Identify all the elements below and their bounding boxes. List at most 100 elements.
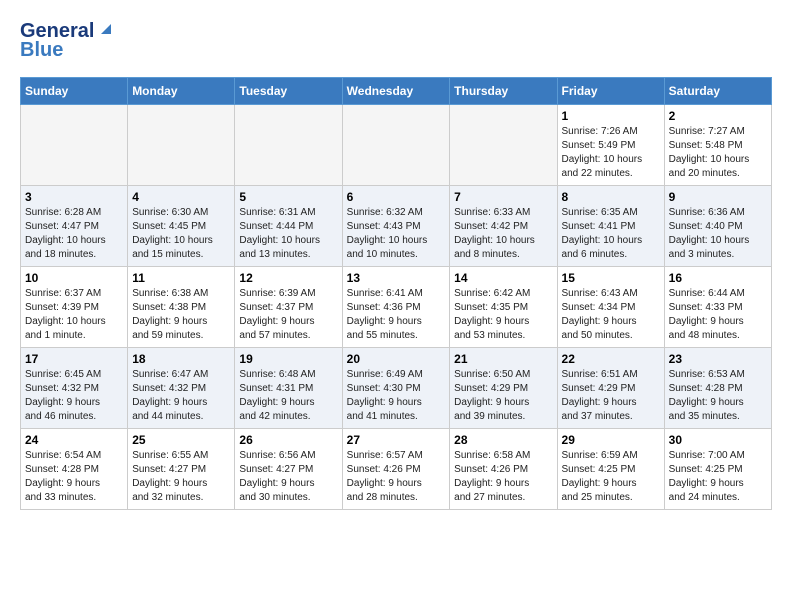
day-info: Sunrise: 6:57 AM Sunset: 4:26 PM Dayligh…: [347, 449, 446, 505]
day-info: Sunrise: 6:38 AM Sunset: 4:38 PM Dayligh…: [132, 287, 230, 343]
day-info: Sunrise: 6:35 AM Sunset: 4:41 PM Dayligh…: [562, 206, 660, 262]
day-number: 20: [347, 352, 446, 366]
calendar-cell: 11 Sunrise: 6:38 AM Sunset: 4:38 PM Dayli…: [128, 266, 235, 347]
calendar-cell: 20 Sunrise: 6:49 AM Sunset: 4:30 PM Dayli…: [342, 347, 450, 428]
day-info: Sunrise: 6:50 AM Sunset: 4:29 PM Dayligh…: [454, 368, 552, 424]
day-info: Sunrise: 6:53 AM Sunset: 4:28 PM Dayligh…: [669, 368, 767, 424]
day-number: 8: [562, 190, 660, 204]
weekday-header: Saturday: [664, 77, 771, 104]
day-number: 24: [25, 433, 123, 447]
day-number: 4: [132, 190, 230, 204]
day-info: Sunrise: 6:32 AM Sunset: 4:43 PM Dayligh…: [347, 206, 446, 262]
day-info: Sunrise: 6:33 AM Sunset: 4:42 PM Dayligh…: [454, 206, 552, 262]
day-info: Sunrise: 7:00 AM Sunset: 4:25 PM Dayligh…: [669, 449, 767, 505]
day-info: Sunrise: 6:30 AM Sunset: 4:45 PM Dayligh…: [132, 206, 230, 262]
day-number: 17: [25, 352, 123, 366]
calendar-cell: 12 Sunrise: 6:39 AM Sunset: 4:37 PM Dayli…: [235, 266, 342, 347]
day-number: 22: [562, 352, 660, 366]
day-info: Sunrise: 6:48 AM Sunset: 4:31 PM Dayligh…: [239, 368, 337, 424]
day-number: 27: [347, 433, 446, 447]
day-number: 10: [25, 271, 123, 285]
calendar-cell: 7 Sunrise: 6:33 AM Sunset: 4:42 PM Daylig…: [450, 185, 557, 266]
calendar-cell: 27 Sunrise: 6:57 AM Sunset: 4:26 PM Dayli…: [342, 428, 450, 509]
day-number: 1: [562, 109, 660, 123]
day-number: 13: [347, 271, 446, 285]
day-info: Sunrise: 7:27 AM Sunset: 5:48 PM Dayligh…: [669, 125, 767, 181]
calendar-cell: 4 Sunrise: 6:30 AM Sunset: 4:45 PM Daylig…: [128, 185, 235, 266]
day-info: Sunrise: 6:44 AM Sunset: 4:33 PM Dayligh…: [669, 287, 767, 343]
day-number: 15: [562, 271, 660, 285]
weekday-header: Tuesday: [235, 77, 342, 104]
day-number: 3: [25, 190, 123, 204]
day-info: Sunrise: 6:59 AM Sunset: 4:25 PM Dayligh…: [562, 449, 660, 505]
day-info: Sunrise: 6:28 AM Sunset: 4:47 PM Dayligh…: [25, 206, 123, 262]
day-number: 7: [454, 190, 552, 204]
calendar-cell: 15 Sunrise: 6:43 AM Sunset: 4:34 PM Dayli…: [557, 266, 664, 347]
day-info: Sunrise: 7:26 AM Sunset: 5:49 PM Dayligh…: [562, 125, 660, 181]
logo: General Blue: [20, 20, 115, 61]
day-info: Sunrise: 6:31 AM Sunset: 4:44 PM Dayligh…: [239, 206, 337, 262]
day-number: 6: [347, 190, 446, 204]
day-number: 30: [669, 433, 767, 447]
calendar-cell: 29 Sunrise: 6:59 AM Sunset: 4:25 PM Dayli…: [557, 428, 664, 509]
calendar-cell: 10 Sunrise: 6:37 AM Sunset: 4:39 PM Dayli…: [21, 266, 128, 347]
calendar-cell: 9Sunrise: 6:36 AM Sunset: 4:40 PM Daylig…: [664, 185, 771, 266]
calendar-cell: 17 Sunrise: 6:45 AM Sunset: 4:32 PM Dayli…: [21, 347, 128, 428]
weekday-header: Monday: [128, 77, 235, 104]
calendar-cell: 8 Sunrise: 6:35 AM Sunset: 4:41 PM Daylig…: [557, 185, 664, 266]
day-info: Sunrise: 6:37 AM Sunset: 4:39 PM Dayligh…: [25, 287, 123, 343]
day-info: Sunrise: 6:41 AM Sunset: 4:36 PM Dayligh…: [347, 287, 446, 343]
calendar-cell: [342, 104, 450, 185]
calendar-cell: 30 Sunrise: 7:00 AM Sunset: 4:25 PM Dayli…: [664, 428, 771, 509]
day-number: 19: [239, 352, 337, 366]
day-number: 23: [669, 352, 767, 366]
day-info: Sunrise: 6:43 AM Sunset: 4:34 PM Dayligh…: [562, 287, 660, 343]
day-number: 11: [132, 271, 230, 285]
calendar-cell: 14 Sunrise: 6:42 AM Sunset: 4:35 PM Dayli…: [450, 266, 557, 347]
calendar-cell: 28 Sunrise: 6:58 AM Sunset: 4:26 PM Dayli…: [450, 428, 557, 509]
calendar-cell: 21 Sunrise: 6:50 AM Sunset: 4:29 PM Dayli…: [450, 347, 557, 428]
day-info: Sunrise: 6:45 AM Sunset: 4:32 PM Dayligh…: [25, 368, 123, 424]
day-info: Sunrise: 6:55 AM Sunset: 4:27 PM Dayligh…: [132, 449, 230, 505]
calendar-table: SundayMondayTuesdayWednesdayThursdayFrid…: [20, 77, 772, 510]
calendar-cell: 25 Sunrise: 6:55 AM Sunset: 4:27 PM Dayli…: [128, 428, 235, 509]
day-number: 28: [454, 433, 552, 447]
day-info: Sunrise: 6:39 AM Sunset: 4:37 PM Dayligh…: [239, 287, 337, 343]
calendar-cell: [450, 104, 557, 185]
day-number: 9: [669, 190, 767, 204]
day-info: Sunrise: 6:56 AM Sunset: 4:27 PM Dayligh…: [239, 449, 337, 505]
calendar-cell: 2 Sunrise: 7:27 AM Sunset: 5:48 PM Daylig…: [664, 104, 771, 185]
calendar-cell: [128, 104, 235, 185]
calendar-cell: 22 Sunrise: 6:51 AM Sunset: 4:29 PM Dayli…: [557, 347, 664, 428]
day-number: 26: [239, 433, 337, 447]
day-info: Sunrise: 6:51 AM Sunset: 4:29 PM Dayligh…: [562, 368, 660, 424]
day-info: Sunrise: 6:58 AM Sunset: 4:26 PM Dayligh…: [454, 449, 552, 505]
day-number: 12: [239, 271, 337, 285]
weekday-header: Thursday: [450, 77, 557, 104]
day-number: 16: [669, 271, 767, 285]
day-info: Sunrise: 6:47 AM Sunset: 4:32 PM Dayligh…: [132, 368, 230, 424]
day-number: 2: [669, 109, 767, 123]
calendar-cell: 3 Sunrise: 6:28 AM Sunset: 4:47 PM Daylig…: [21, 185, 128, 266]
day-info: Sunrise: 6:54 AM Sunset: 4:28 PM Dayligh…: [25, 449, 123, 505]
calendar-cell: [235, 104, 342, 185]
calendar-cell: 6 Sunrise: 6:32 AM Sunset: 4:43 PM Daylig…: [342, 185, 450, 266]
calendar-cell: 13 Sunrise: 6:41 AM Sunset: 4:36 PM Dayli…: [342, 266, 450, 347]
weekday-header: Sunday: [21, 77, 128, 104]
day-number: 14: [454, 271, 552, 285]
calendar-cell: 24 Sunrise: 6:54 AM Sunset: 4:28 PM Dayli…: [21, 428, 128, 509]
weekday-header: Wednesday: [342, 77, 450, 104]
logo-blue: Blue: [20, 39, 115, 61]
calendar-cell: [21, 104, 128, 185]
day-info: Sunrise: 6:49 AM Sunset: 4:30 PM Dayligh…: [347, 368, 446, 424]
day-number: 18: [132, 352, 230, 366]
day-number: 25: [132, 433, 230, 447]
day-number: 29: [562, 433, 660, 447]
calendar-cell: 19 Sunrise: 6:48 AM Sunset: 4:31 PM Dayli…: [235, 347, 342, 428]
day-number: 21: [454, 352, 552, 366]
calendar-cell: 23 Sunrise: 6:53 AM Sunset: 4:28 PM Dayli…: [664, 347, 771, 428]
weekday-header: Friday: [557, 77, 664, 104]
day-number: 5: [239, 190, 337, 204]
day-info: Sunrise: 6:42 AM Sunset: 4:35 PM Dayligh…: [454, 287, 552, 343]
page-header: General Blue: [20, 20, 772, 61]
